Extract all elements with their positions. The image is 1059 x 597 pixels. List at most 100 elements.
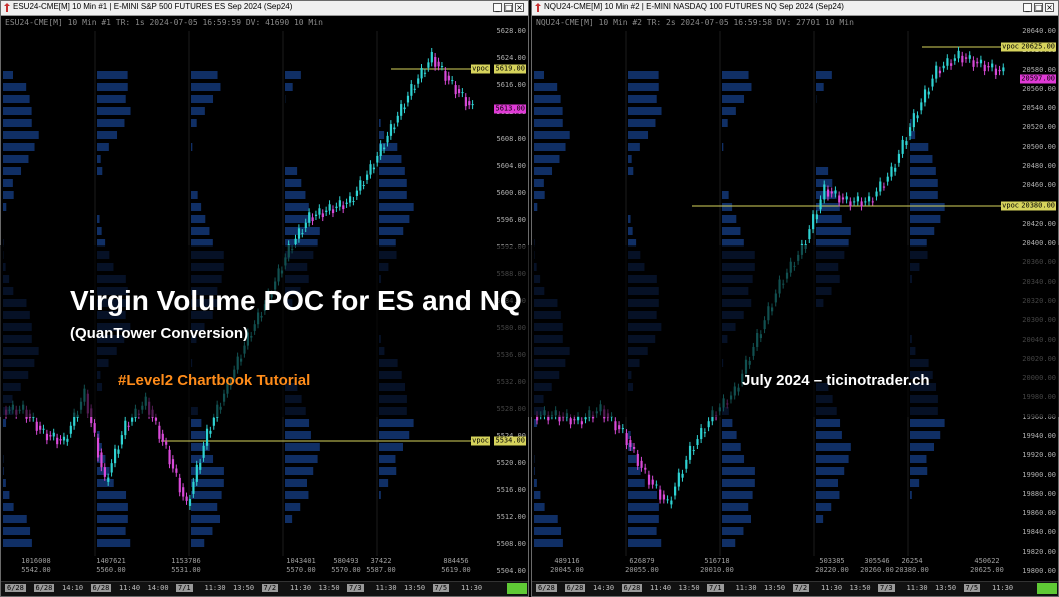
time-label: 7/5 (432, 584, 450, 592)
candle-body (618, 425, 621, 430)
session-vpoc-price: 5531.00 (171, 566, 201, 574)
candle-body (991, 63, 994, 68)
time-label: 11:30 (204, 584, 226, 592)
minimize-button[interactable]: _ (493, 3, 502, 12)
price-tick-label: 5520.00 (496, 459, 526, 467)
volume-profile-bar (628, 455, 637, 463)
candle-body (359, 180, 362, 191)
volume-profile-bar (3, 515, 27, 523)
nq-window-titlebar[interactable]: NQU24-CME[M] 10 Min #2 | E-MINI NASDAQ 1… (532, 1, 1058, 16)
volume-profile-bar (191, 527, 213, 535)
volume-profile-bar (3, 467, 4, 475)
last-price-label: 5613.00 (494, 104, 526, 114)
volume-profile-bar (379, 179, 407, 187)
price-tick-label: 20520.00 (1022, 123, 1056, 132)
candle-body (621, 428, 624, 430)
candle-body (154, 417, 158, 421)
candle-body (195, 464, 198, 482)
volume-profile-bar (628, 539, 662, 547)
candle-body (355, 190, 358, 196)
volume-profile-bar (910, 491, 912, 499)
candle-body (100, 452, 103, 468)
candle-body (916, 115, 919, 119)
close-button[interactable]: × (1045, 3, 1054, 12)
volume-profile-bar (628, 107, 662, 115)
candle-body (651, 479, 654, 485)
price-tick-label: 20580.00 (1022, 65, 1056, 74)
candle-body (430, 51, 433, 63)
es-volume-row: 1016008 5542.00 1407621 5560.00 1153786 5531.… (1, 557, 491, 577)
candle-body (372, 167, 376, 170)
candle-body (640, 460, 643, 468)
candle-body (342, 205, 345, 210)
es-info-line: ESU24-CME[M] 10 Min #1 TR: 1s 2024-07-05… (5, 18, 323, 27)
candle-body (96, 437, 100, 458)
volume-profile-bar (379, 455, 396, 463)
candle-body (834, 190, 837, 194)
candle-body (636, 453, 639, 466)
nq-info-line: NQU24-CME[M] 10 Min #2 TR: 2s 2024-07-05… (536, 18, 854, 27)
session-volume: 26254 (901, 557, 923, 565)
minimize-button[interactable]: _ (1023, 3, 1032, 12)
vpoc-tag: vpoc (1001, 42, 1020, 52)
volume-profile-bar (3, 155, 29, 163)
volume-profile-bar (910, 419, 945, 427)
volume-profile-bar (191, 107, 205, 115)
overlay-tag: #Level2 Chartbook Tutorial (118, 372, 311, 389)
maximize-button[interactable]: □ (1034, 3, 1043, 12)
volume-profile-bar (816, 191, 837, 199)
candle-body (461, 92, 464, 94)
candle-body (471, 104, 474, 106)
price-tick-label: 5608.00 (496, 135, 526, 143)
candle-body (318, 208, 321, 215)
volume-profile-bar (816, 227, 851, 235)
price-tick-label: 5604.00 (496, 162, 526, 170)
volume-profile-bar (816, 515, 824, 523)
candle-body (946, 58, 949, 66)
candle-body (655, 484, 658, 486)
overlay-title: Virgin Volume POC for ES and NQ (70, 285, 522, 316)
nq-window-title: NQU24-CME[M] 10 Min #2 | E-MINI NASDAQ 1… (544, 2, 844, 11)
volume-profile-bar (628, 479, 645, 487)
overlay-credit: July 2024 – ticinotrader.ch (742, 372, 930, 389)
time-label: 6/28 (33, 584, 55, 592)
candle-body (614, 421, 617, 431)
candle-body (400, 104, 403, 116)
time-label: 11:40 (119, 584, 141, 592)
candle-body (808, 229, 811, 240)
volume-profile-bar (534, 491, 541, 499)
nq-time-axis[interactable]: 6/28 6/28 14:30 6/28 11:40 13:50 7/1 11:30 13:50… (532, 581, 1058, 596)
candle-body (120, 435, 123, 445)
volume-profile-bar (628, 503, 659, 511)
volume-profile-bar (816, 215, 842, 223)
volume-profile-bar (722, 191, 729, 199)
volume-profile-bar (97, 515, 128, 523)
es-window-titlebar[interactable]: ESU24-CME[M] 10 Min #1 | E-MINI S&P 500 … (1, 1, 528, 16)
session-vpoc-price: 5542.00 (21, 566, 51, 574)
candle-body (860, 201, 863, 207)
volume-profile-bar (285, 179, 302, 187)
candle-body (202, 445, 205, 458)
candle-body (107, 477, 110, 482)
candle-body (366, 174, 369, 180)
volume-profile-bar (285, 71, 301, 79)
candle-body (35, 421, 38, 431)
candle-body (131, 417, 134, 422)
volume-profile-bar (722, 83, 752, 91)
time-label: 11:40 (650, 584, 672, 592)
maximize-button[interactable]: □ (504, 3, 513, 12)
candle-body (59, 439, 62, 441)
app-icon (4, 3, 10, 12)
price-tick-label: 5508.00 (496, 540, 526, 548)
candle-body (830, 191, 833, 194)
candle-body (45, 433, 49, 441)
volume-profile-bar (285, 443, 320, 451)
volume-profile-bar (722, 431, 737, 439)
candle-body (209, 430, 212, 434)
candle-body (674, 486, 677, 496)
candle-body (994, 68, 998, 75)
candle-body (942, 65, 945, 69)
close-button[interactable]: × (515, 3, 524, 12)
es-time-axis[interactable]: 6/28 6/28 14:10 6/28 11:40 14:00 7/1 11:30 13:50… (1, 581, 528, 596)
price-tick-label: 19860.00 (1022, 509, 1056, 518)
